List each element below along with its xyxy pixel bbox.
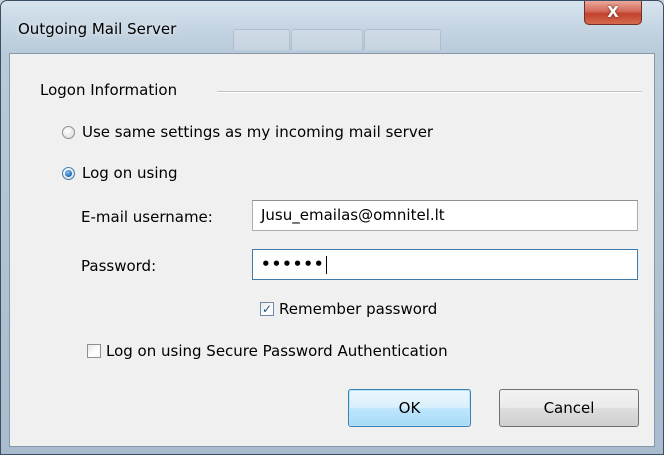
username-input[interactable]: Jusu_emailas@omnitel.lt — [252, 200, 638, 231]
remember-password-label: Remember password — [279, 300, 438, 318]
log-on-using-radio[interactable] — [62, 166, 75, 180]
username-value: Jusu_emailas@omnitel.lt — [261, 206, 445, 224]
log-on-using-label: Log on using — [82, 164, 178, 182]
same-settings-label: Use same settings as my incoming mail se… — [82, 123, 434, 141]
password-value: •••••• — [261, 255, 325, 273]
same-settings-radio[interactable] — [62, 125, 75, 139]
spa-option[interactable]: Log on using Secure Password Authenticat… — [87, 342, 448, 360]
dialog-body: Logon Information Use same settings as m… — [9, 53, 655, 447]
group-label: Logon Information — [40, 81, 178, 99]
ok-button[interactable]: OK — [348, 389, 471, 427]
log-on-using-option[interactable]: Log on using — [62, 164, 178, 182]
background-tab-hint — [364, 29, 441, 50]
remember-password-checkbox[interactable]: ✓ — [260, 302, 274, 316]
checkmark-icon: ✓ — [261, 302, 273, 316]
spa-label: Log on using Secure Password Authenticat… — [106, 342, 448, 360]
cancel-button[interactable]: Cancel — [499, 389, 639, 427]
title-bar[interactable]: Outgoing Mail Server X — [1, 1, 663, 55]
window-title: Outgoing Mail Server — [18, 20, 177, 38]
same-settings-option[interactable]: Use same settings as my incoming mail se… — [62, 123, 433, 141]
password-input[interactable]: •••••• — [252, 249, 638, 280]
username-label: E-mail username: — [81, 208, 213, 226]
close-button[interactable]: X — [584, 1, 642, 25]
dialog-window: Outgoing Mail Server X Logon Information… — [0, 0, 664, 455]
spa-checkbox[interactable] — [87, 344, 101, 358]
password-label: Password: — [81, 257, 157, 275]
group-divider — [217, 91, 642, 93]
background-tab-hint — [233, 29, 290, 50]
text-caret — [325, 255, 327, 274]
remember-password-option[interactable]: ✓ Remember password — [260, 300, 437, 318]
background-tab-hint — [291, 29, 363, 50]
close-icon: X — [607, 3, 619, 21]
